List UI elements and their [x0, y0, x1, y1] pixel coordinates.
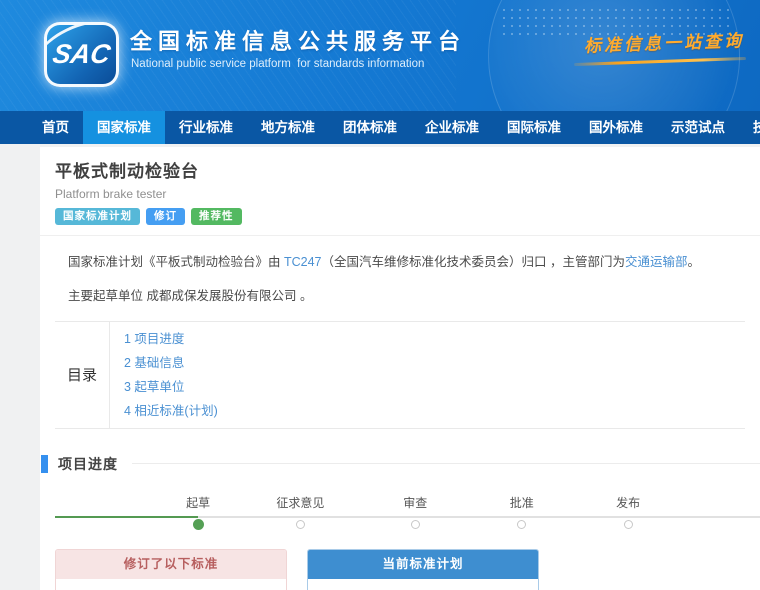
toc-links: 1 项目进度 2 基础信息 3 起草单位 4 相近标准(计划) [110, 322, 218, 428]
revised-card-header: 修订了以下标准 [56, 550, 286, 579]
tc247-link[interactable]: TC247 [284, 255, 322, 269]
title-block: 平板式制动检验台 Platform brake tester 国家标准计划 修订… [40, 147, 760, 225]
current-card-header: 当前标准计划 [308, 550, 538, 579]
nav-item-local-standards[interactable]: 地方标准 [247, 111, 329, 144]
toc-link-project-progress[interactable]: 1 项目进度 [124, 327, 218, 351]
toc-link-related-standards[interactable]: 4 相近标准(计划) [124, 399, 218, 423]
slogan-calligraphy: 标准信息一站查询 [584, 26, 745, 57]
step-dot-icon [193, 519, 204, 530]
nav-item-national-standards[interactable]: 国家标准 [83, 111, 165, 144]
step-dot-icon [517, 520, 526, 529]
nav-item-industry-standards[interactable]: 行业标准 [165, 111, 247, 144]
current-card-body: 20233612-T-348 正在起草 平板式制动检验台 [308, 579, 538, 590]
sac-logo-text: SAC [50, 39, 112, 70]
standards-cards-row: 修订了以下标准 GB/T 28529-2012 （全部代替） 平板式制动检验台 … [55, 549, 745, 590]
progress-stepper: 起草 征求意见 审查 批准 发布 [55, 486, 760, 534]
nav-item-foreign-standards[interactable]: 国外标准 [575, 111, 657, 144]
step-approval: 批准 [510, 494, 534, 529]
intro-text-middle: （全国汽车维修标准化技术委员会）归口 ，主管部门为 [322, 255, 625, 269]
page-title: 平板式制动检验台 [55, 157, 745, 182]
site-subtitle: National public service platform for sta… [131, 58, 424, 70]
intro-text-suffix: 。 [688, 255, 701, 269]
nav-item-pilot-demo[interactable]: 示范试点 [657, 111, 739, 144]
step-label: 批准 [510, 494, 534, 511]
nav-item-technical-committee[interactable]: 技术委员会 [739, 111, 760, 144]
drafting-unit-label: 主要起草单位 [68, 289, 146, 303]
title-divider [40, 235, 760, 236]
step-publication: 发布 [616, 494, 640, 529]
page-subtitle-en: Platform brake tester [55, 187, 745, 201]
intro-line-1: 国家标准计划《平板式制动检验台》由 TC247（全国汽车维修标准化技术委员会）归… [68, 251, 745, 270]
toc-label: 目录 [55, 322, 110, 428]
step-label: 发布 [616, 494, 640, 511]
step-label: 审查 [403, 494, 427, 511]
sac-logo[interactable]: SAC [44, 22, 119, 87]
step-label: 征求意见 [276, 494, 324, 511]
tag-revision: 修订 [146, 208, 185, 225]
slogan-underline [574, 57, 746, 66]
section-header-rule [132, 463, 760, 464]
section-accent-bar [41, 455, 48, 473]
step-drafting: 起草 [186, 494, 210, 530]
nav-item-enterprise-standards[interactable]: 企业标准 [411, 111, 493, 144]
ministry-of-transport-link[interactable]: 交通运输部 [625, 255, 688, 269]
nav-item-international-standards[interactable]: 国际标准 [493, 111, 575, 144]
main-nav: 首页 国家标准 行业标准 地方标准 团体标准 企业标准 国际标准 国外标准 示范… [0, 111, 760, 144]
progress-section-header: 项目进度 [40, 454, 760, 474]
sac-logo-inner: SAC [47, 25, 116, 84]
content-panel: 平板式制动检验台 Platform brake tester 国家标准计划 修订… [40, 147, 760, 590]
revised-standard-card: 修订了以下标准 GB/T 28529-2012 （全部代替） 平板式制动检验台 [55, 549, 287, 590]
nav-item-home[interactable]: 首页 [28, 111, 83, 144]
toc-link-basic-info[interactable]: 2 基础信息 [124, 351, 218, 375]
tag-recommended: 推荐性 [191, 208, 242, 225]
progress-section-title: 项目进度 [58, 454, 118, 474]
current-plan-card: 当前标准计划 20233612-T-348 正在起草 平板式制动检验台 [307, 549, 539, 590]
table-of-contents: 目录 1 项目进度 2 基础信息 3 起草单位 4 相近标准(计划) [55, 321, 745, 429]
revised-card-body: GB/T 28529-2012 （全部代替） 平板式制动检验台 [56, 579, 286, 590]
step-dot-icon [411, 520, 420, 529]
nav-item-group-standards[interactable]: 团体标准 [329, 111, 411, 144]
step-dot-icon [624, 520, 633, 529]
intro-line-2: 主要起草单位 成都成保发展股份有限公司 。 [68, 285, 745, 304]
drafting-unit-name: 成都成保发展股份有限公司 [146, 289, 296, 303]
step-dot-icon [296, 520, 305, 529]
tag-row: 国家标准计划 修订 推荐性 [55, 208, 745, 225]
site-header: SAC 全国标准信息公共服务平台 National public service… [0, 0, 760, 111]
intro-text-prefix: 国家标准计划《平板式制动检验台》由 [68, 255, 284, 269]
toc-link-drafting-unit[interactable]: 3 起草单位 [124, 375, 218, 399]
site-title: 全国标准信息公共服务平台 [130, 24, 466, 56]
step-soliciting-opinions: 征求意见 [276, 494, 324, 529]
intro-paragraphs: 国家标准计划《平板式制动检验台》由 TC247（全国汽车维修标准化技术委员会）归… [68, 251, 745, 304]
drafting-unit-suffix: 。 [297, 289, 313, 303]
step-label: 起草 [186, 494, 210, 511]
step-review: 审查 [403, 494, 427, 529]
progress-track-completed [55, 516, 198, 518]
tag-national-standard-plan: 国家标准计划 [55, 208, 140, 225]
